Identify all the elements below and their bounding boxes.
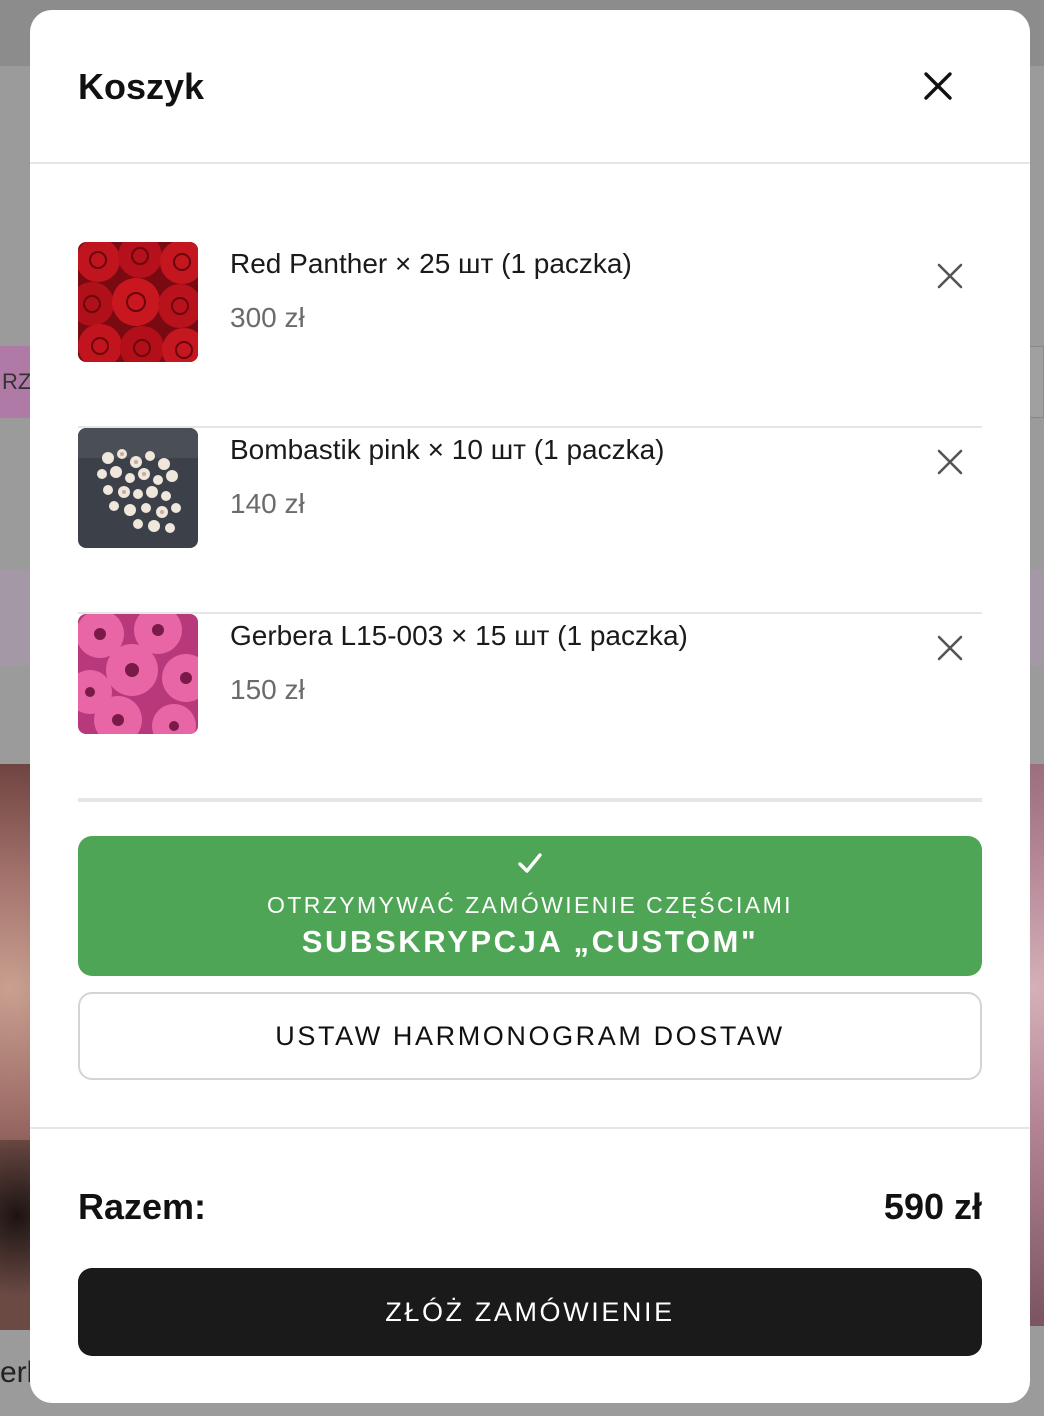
background-product-image-left-dark	[0, 1140, 34, 1330]
set-delivery-schedule-button[interactable]: USTAW HARMONOGRAM DOSTAW	[78, 992, 982, 1080]
cart-item-price: 300 zł	[230, 302, 305, 333]
cart-item: Red Panther × 25 шт (1 paczka) 300 zł	[78, 242, 982, 428]
remove-item-button[interactable]	[934, 446, 966, 478]
remove-item-icon	[937, 449, 963, 475]
cart-header: Koszyk	[30, 10, 1030, 164]
remove-item-icon	[937, 263, 963, 289]
cart-title: Koszyk	[78, 66, 205, 107]
section-divider	[78, 800, 982, 802]
close-icon	[924, 72, 952, 100]
cart-item-name: Bombastik pink × 10 шт (1 paczka)	[230, 434, 665, 465]
cart-items-list: Red Panther × 25 шт (1 paczka) 300 zł Bo…	[78, 242, 982, 800]
product-image-red-roses	[78, 242, 198, 362]
background-category-pill: RZ	[0, 346, 34, 418]
remove-item-button[interactable]	[934, 260, 966, 292]
cart-item: Gerbera L15-003 × 15 шт (1 paczka) 150 z…	[78, 614, 982, 800]
product-image-pink-gerberas	[78, 614, 198, 734]
total-label: Razem:	[78, 1186, 207, 1227]
close-button[interactable]	[918, 66, 958, 106]
cart-item-name: Gerbera L15-003 × 15 шт (1 paczka)	[230, 620, 688, 651]
remove-item-button[interactable]	[934, 632, 966, 664]
total-value: 590 zł	[883, 1186, 982, 1227]
check-icon	[78, 852, 982, 874]
product-image-white-spray-roses	[78, 428, 198, 548]
remove-item-icon	[937, 635, 963, 661]
cart-item: Bombastik pink × 10 шт (1 paczka) 140 zł	[78, 428, 982, 614]
place-order-button[interactable]: ZŁÓŻ ZAMÓWIENIE	[78, 1268, 982, 1356]
subscription-toggle-button[interactable]: OTRZYMYWAĆ ZAMÓWIENIE CZĘŚCIAMI SUBSKRYP…	[78, 836, 982, 976]
cart-item-price: 150 zł	[230, 674, 305, 705]
cart-item-price: 140 zł	[230, 488, 305, 519]
footer-divider	[30, 1127, 1030, 1129]
cart-item-name: Red Panther × 25 шт (1 paczka)	[230, 248, 632, 279]
cart-modal: Koszyk Red Panther × 25 шт (1 paczka) 30…	[30, 10, 1030, 1403]
subscription-description: OTRZYMYWAĆ ZAMÓWIENIE CZĘŚCIAMI	[267, 892, 793, 918]
subscription-title: SUBSKRYPCJA „CUSTOM"	[301, 924, 759, 959]
